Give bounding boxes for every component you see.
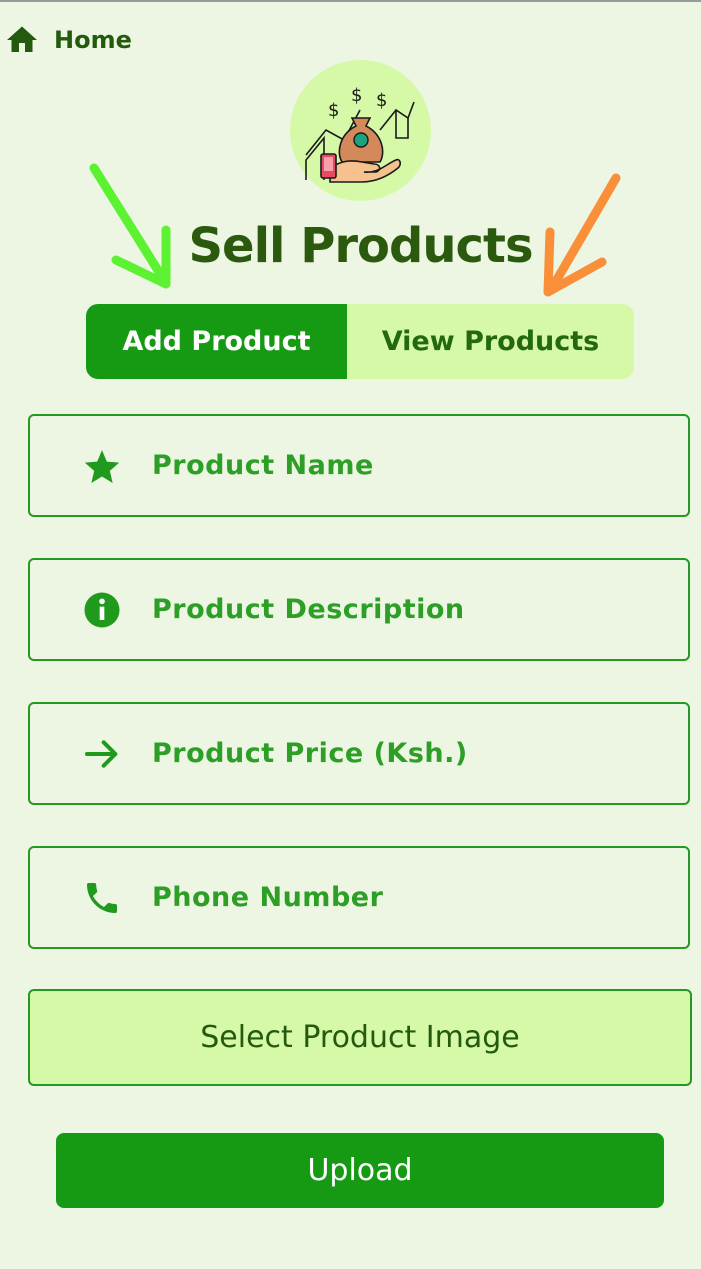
svg-text:$: $ bbox=[351, 85, 362, 106]
product-price-field[interactable]: Product Price (Ksh.) bbox=[28, 702, 690, 805]
annotation-arrow-orange-icon bbox=[543, 173, 621, 297]
info-icon bbox=[82, 590, 122, 630]
annotation-arrow-green-icon bbox=[89, 163, 171, 289]
product-price-placeholder: Product Price (Ksh.) bbox=[152, 738, 468, 769]
star-icon bbox=[82, 446, 122, 486]
top-border bbox=[0, 0, 701, 2]
arrow-right-icon bbox=[82, 734, 122, 774]
tab-view-products[interactable]: View Products bbox=[347, 304, 634, 379]
tab-add-product[interactable]: Add Product bbox=[86, 304, 347, 379]
upload-button[interactable]: Upload bbox=[56, 1133, 664, 1208]
svg-text:$: $ bbox=[328, 100, 339, 121]
product-name-placeholder: Product Name bbox=[152, 450, 374, 481]
product-description-field[interactable]: Product Description bbox=[28, 558, 690, 661]
product-name-field[interactable]: Product Name bbox=[28, 414, 690, 517]
phone-number-placeholder: Phone Number bbox=[152, 882, 384, 913]
home-label: Home bbox=[54, 26, 132, 54]
home-icon bbox=[7, 26, 37, 52]
phone-icon bbox=[82, 878, 122, 918]
home-link[interactable]: Home bbox=[4, 22, 132, 58]
product-description-placeholder: Product Description bbox=[152, 594, 465, 625]
select-product-image-button[interactable]: Select Product Image bbox=[28, 989, 692, 1086]
tab-bar: Add Product View Products bbox=[86, 304, 634, 379]
svg-text:$: $ bbox=[376, 90, 387, 111]
phone-number-field[interactable]: Phone Number bbox=[28, 846, 690, 949]
money-bag-hand-icon: $ $ $ bbox=[290, 60, 431, 201]
